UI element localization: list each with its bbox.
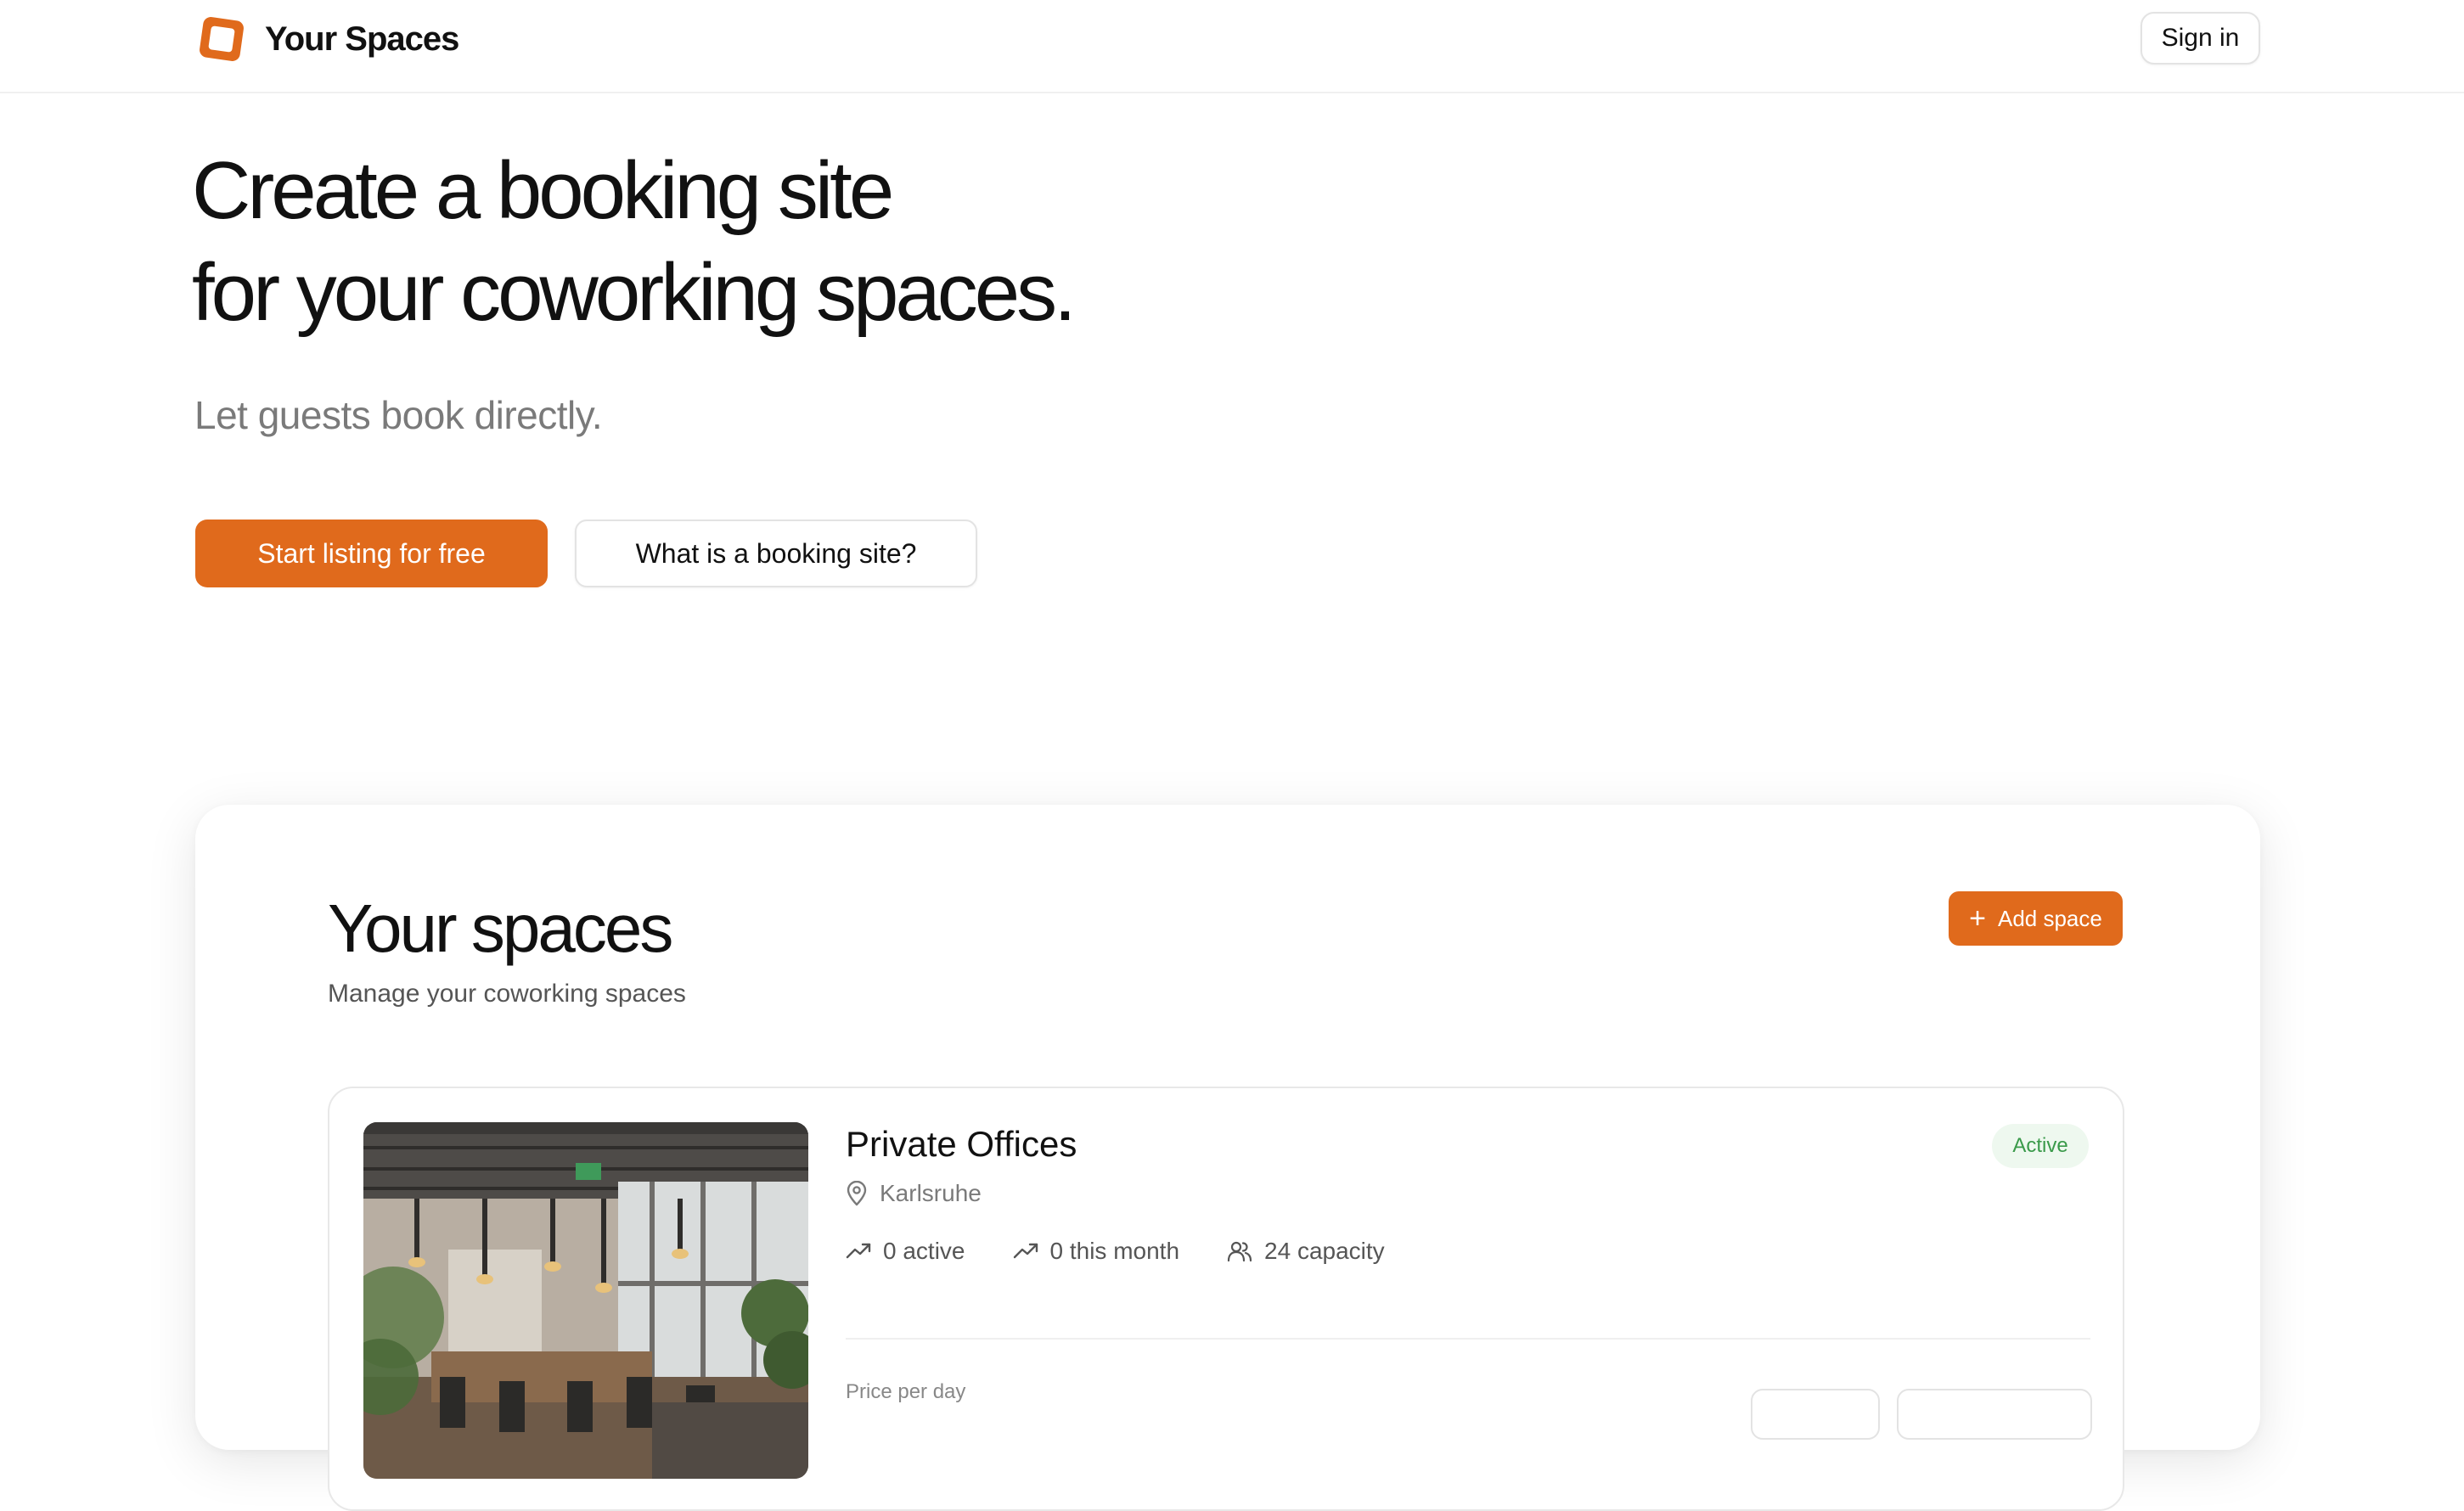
stat-this-month: 0 this month [1013, 1238, 1180, 1265]
top-nav: Your Spaces Sign in [0, 0, 2464, 93]
card-divider [846, 1338, 2090, 1340]
space-location-label: Karlsruhe [880, 1180, 982, 1206]
hero-title: Create a booking site for your coworking… [192, 140, 1077, 344]
spaces-title: Your spaces [328, 890, 673, 966]
users-icon [1227, 1241, 1252, 1262]
brand-name: Your Spaces [265, 20, 459, 58]
plus-icon: + [1969, 902, 1986, 935]
card-action-button-2[interactable] [1897, 1389, 2092, 1440]
hero-title-line-2: for your coworking spaces. [192, 247, 1077, 338]
hero-title-line-1: Create a booking site [192, 145, 894, 236]
sign-in-button[interactable]: Sign in [2141, 12, 2260, 65]
brand-logo-link[interactable]: Your Spaces [195, 12, 459, 66]
stat-this-month-label: 0 this month [1049, 1238, 1180, 1264]
space-stats: 0 active 0 this month 24 capacity [846, 1238, 1432, 1265]
add-space-button[interactable]: + Add space [1949, 891, 2123, 946]
stat-capacity: 24 capacity [1227, 1238, 1385, 1265]
trending-up-icon [1013, 1243, 1038, 1259]
spaces-panel: Your spaces Manage your coworking spaces… [195, 805, 2260, 1511]
add-space-label: Add space [1997, 905, 2102, 931]
map-pin-icon [847, 1181, 867, 1206]
stat-active-label: 0 active [883, 1238, 965, 1264]
card-action-button-1[interactable] [1751, 1389, 1880, 1440]
spaces-subtitle: Manage your coworking spaces [328, 980, 686, 1008]
space-location: Karlsruhe [846, 1180, 982, 1207]
square-logo-icon [200, 17, 244, 61]
hero-subtitle: Let guests book directly. [194, 393, 603, 437]
stat-active: 0 active [846, 1238, 965, 1265]
space-card[interactable]: Private Offices Karlsruhe 0 active 0 thi… [328, 1087, 2124, 1511]
space-name: Private Offices [846, 1124, 1077, 1164]
status-badge: Active [1992, 1124, 2089, 1168]
price-per-day-label: Price per day [846, 1380, 966, 1403]
what-is-booking-site-button[interactable]: What is a booking site? [575, 520, 977, 587]
stat-capacity-label: 24 capacity [1264, 1238, 1385, 1264]
space-photo [363, 1122, 808, 1479]
start-listing-button[interactable]: Start listing for free [195, 520, 548, 587]
trending-up-icon [846, 1243, 871, 1259]
